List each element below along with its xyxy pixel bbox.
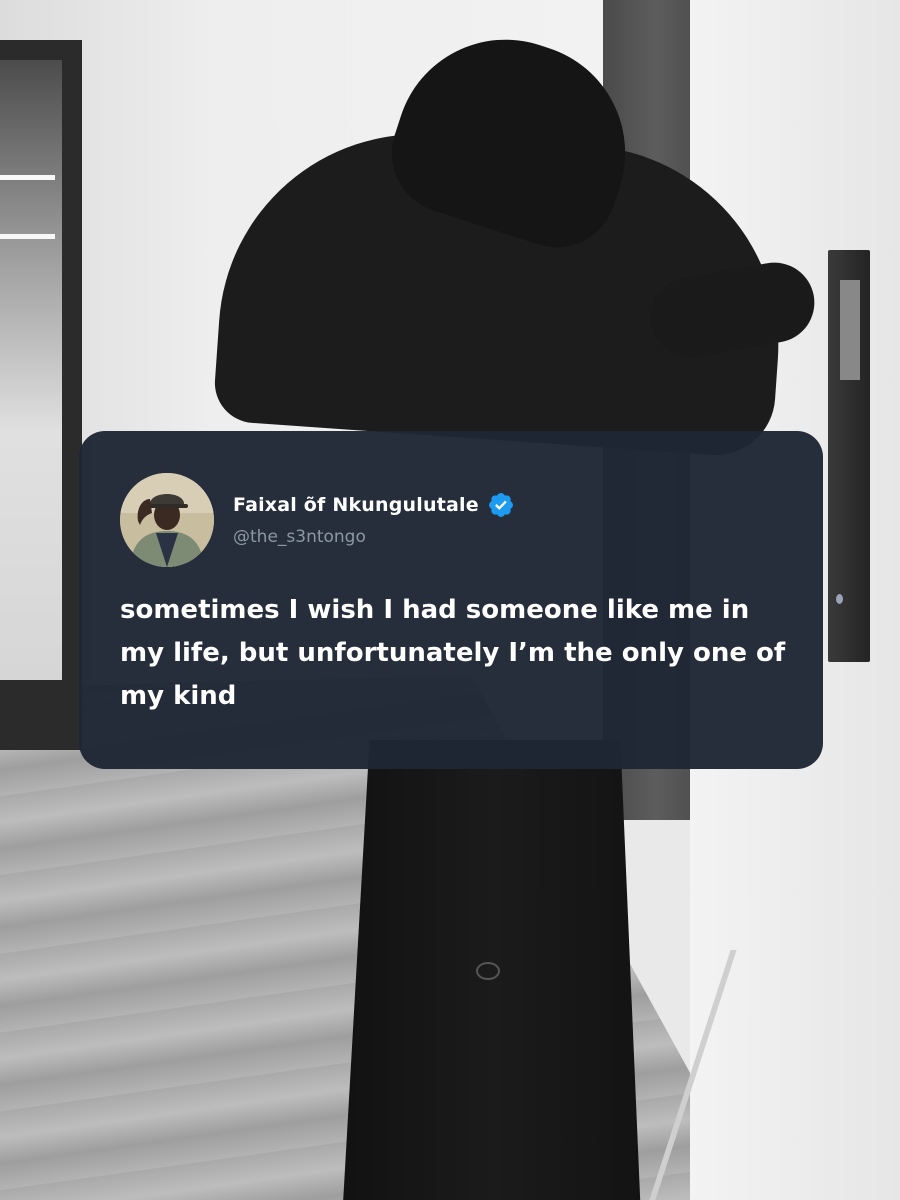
tweet-text: sometimes I wish I had someone like me i…	[120, 595, 786, 711]
ceiling-light	[0, 234, 55, 239]
avatar[interactable]	[120, 473, 214, 567]
elevator-indicator	[836, 594, 843, 604]
author-row: Faixal õf Nkungulutale	[233, 491, 515, 519]
elevator-button	[840, 280, 860, 380]
profile-photo-icon	[120, 473, 214, 567]
trouser-logo	[476, 962, 500, 980]
author-name[interactable]: Faixal õf Nkungulutale	[233, 494, 479, 516]
author-handle[interactable]: @the_s3ntongo	[233, 527, 366, 547]
ceiling-light	[0, 175, 55, 180]
verified-badge-icon	[488, 493, 513, 517]
door-opening	[0, 60, 62, 680]
tweet-card: Faixal õf Nkungulutale @the_s3ntongo som…	[79, 431, 823, 769]
